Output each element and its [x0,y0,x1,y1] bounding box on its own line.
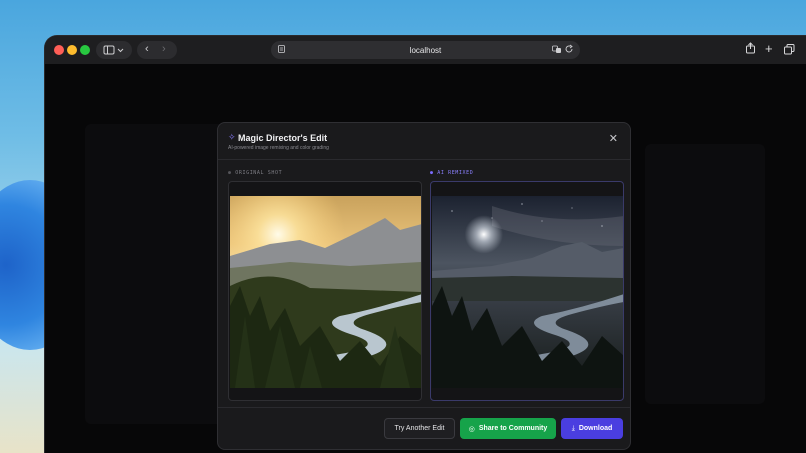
download-icon: ⤓ [571,424,575,432]
status-dot-icon: ● [430,170,434,176]
share-community-button[interactable]: ◎ Share to Community [460,418,556,439]
directors-edit-modal: ✧ Magic Director's Edit AI-powered image… [217,122,631,450]
browser-toolbar: ‹ › localhost + [45,36,806,64]
history-nav: ‹ › [137,41,177,59]
original-image [230,196,421,388]
sidebar-toggle-button[interactable] [96,41,132,59]
remixed-image [432,196,623,388]
page-content: ✧ Magic Director's Edit AI-powered image… [45,64,806,453]
globe-icon: ◎ [468,425,475,433]
reload-icon[interactable] [564,44,574,54]
modal-title: Magic Director's Edit [238,133,328,143]
modal-header: ✧ Magic Director's Edit AI-powered image… [218,123,630,160]
minimize-window-button[interactable] [67,45,77,55]
original-label: ● ORIGINAL SHOT [228,170,283,176]
remixed-label: ● AI REMIXED [430,170,474,176]
close-window-button[interactable] [54,45,64,55]
original-image-panel [228,181,422,401]
tab-overview-icon[interactable] [784,44,795,55]
browser-window: ‹ › localhost + ✧ Magic Director's Edit … [45,36,806,453]
download-button[interactable]: ⤓ Download [561,418,623,439]
modal-subtitle: AI-powered image remixing and color grad… [228,145,329,151]
page-menu-icon[interactable] [277,44,287,54]
modal-footer: Try Another Edit ◎ Share to Community ⤓ … [218,407,630,449]
address-text: localhost [409,45,442,55]
forward-icon[interactable]: › [162,43,166,55]
new-tab-icon[interactable]: + [765,41,773,56]
close-icon[interactable]: ✕ [609,134,618,145]
zoom-window-button[interactable] [80,45,90,55]
magic-wand-icon: ✧ [228,132,236,142]
translate-icon[interactable] [552,44,562,54]
status-dot-icon: ● [228,170,232,176]
back-icon[interactable]: ‹ [145,43,149,55]
remixed-image-panel [430,181,624,401]
background-panel [645,144,765,404]
sidebar-icon [103,45,124,55]
share-icon[interactable] [745,42,756,54]
address-bar[interactable]: localhost [271,41,580,59]
try-another-edit-button[interactable]: Try Another Edit [384,418,455,439]
